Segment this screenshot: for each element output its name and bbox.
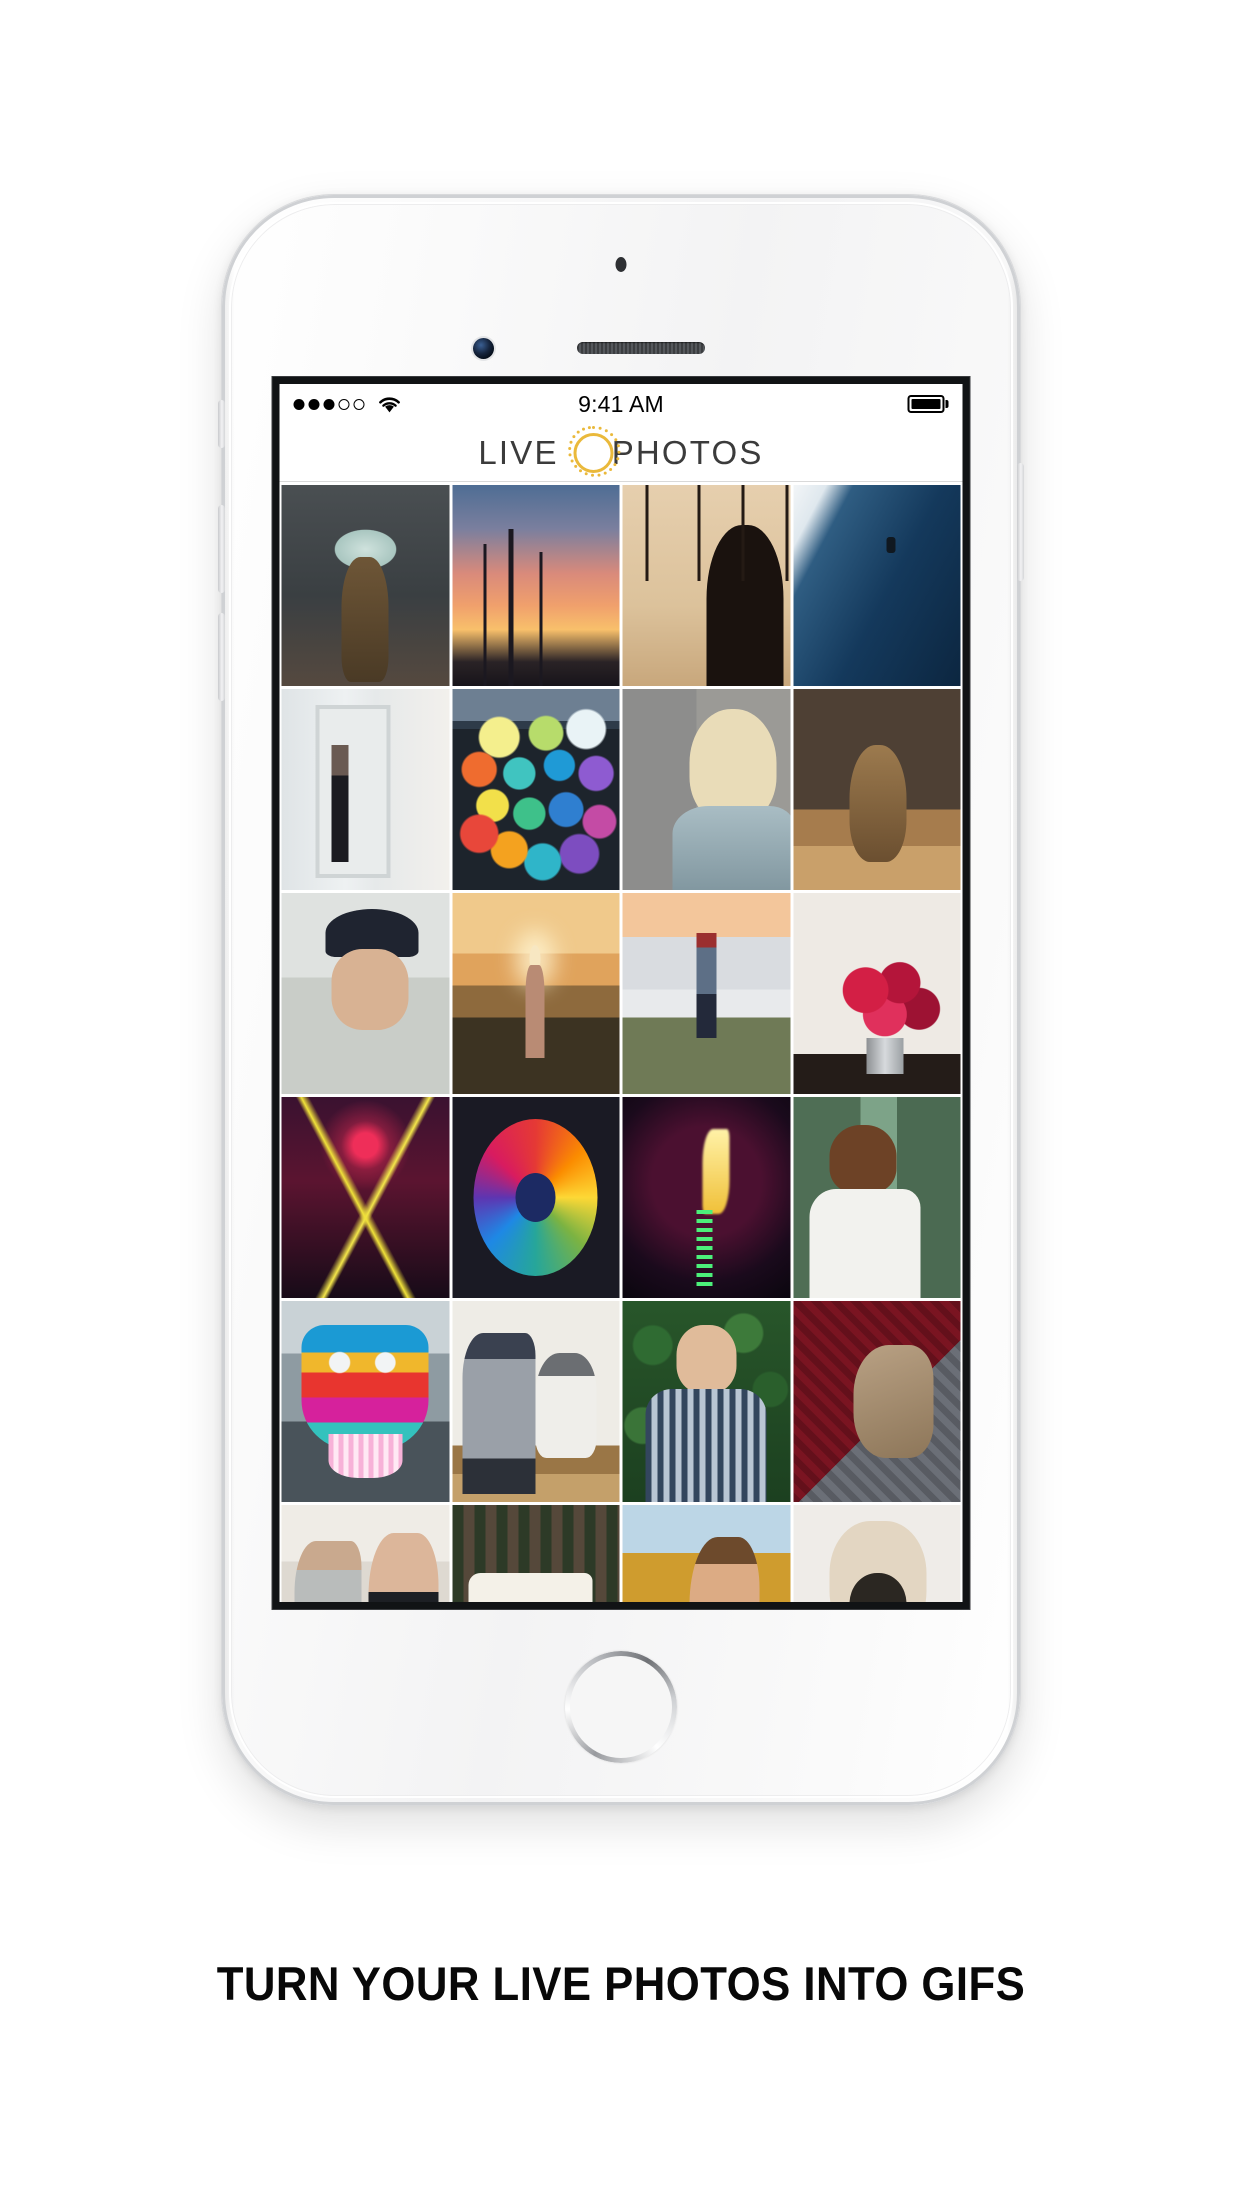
- photo-grid-cell[interactable]: [622, 1301, 790, 1502]
- photo-thumbnail: [622, 1301, 790, 1502]
- phone-screen: 9:41 AM LIVE PHOTOS: [279, 384, 963, 1602]
- photo-grid-cell[interactable]: [452, 485, 620, 686]
- status-bar: 9:41 AM: [280, 384, 963, 424]
- photo-grid-cell[interactable]: [622, 689, 790, 890]
- cellular-signal-icon: [293, 398, 365, 410]
- app-logo: LIVE PHOTOS: [478, 424, 763, 482]
- photo-grid-cell[interactable]: [793, 485, 961, 686]
- photo-grid-cell[interactable]: [452, 1301, 620, 1502]
- volume-up-button[interactable]: [218, 505, 225, 593]
- photo-grid-cell[interactable]: [281, 1301, 449, 1502]
- power-button[interactable]: [1017, 463, 1024, 581]
- photo-grid-cell[interactable]: [793, 1301, 961, 1502]
- signal-dot-filled: [323, 398, 335, 410]
- marketing-caption: TURN YOUR LIVE PHOTOS INTO GIFS: [216, 1957, 1026, 2010]
- photo-thumbnail: [281, 1301, 449, 1502]
- photo-thumbnail: [793, 689, 961, 890]
- photo-grid-cell[interactable]: [281, 689, 449, 890]
- photo-grid-cell[interactable]: [793, 1505, 961, 1602]
- photo-thumbnail: [452, 485, 620, 686]
- photo-grid-cell[interactable]: [622, 1505, 790, 1602]
- photo-thumbnail: [281, 485, 449, 686]
- photo-thumbnail: [452, 689, 620, 890]
- photo-thumbnail: [793, 1097, 961, 1298]
- photo-thumbnail: [622, 689, 790, 890]
- photo-grid-cell[interactable]: [793, 1097, 961, 1298]
- battery-cap: [945, 400, 949, 408]
- photo-grid-cell[interactable]: [793, 893, 961, 1094]
- photo-grid-cell[interactable]: [452, 893, 620, 1094]
- signal-dot-filled: [308, 398, 320, 410]
- photo-grid-cell[interactable]: [452, 1505, 620, 1602]
- signal-dot-empty: [353, 398, 365, 410]
- signal-dot-filled: [293, 398, 305, 410]
- photo-grid-cell[interactable]: [622, 893, 790, 1094]
- photo-thumbnail: [622, 1097, 790, 1298]
- app-logo-word-photos: PHOTOS: [611, 433, 764, 471]
- phone-device-frame: 9:41 AM LIVE PHOTOS: [218, 195, 1024, 1805]
- photo-thumbnail: [281, 1505, 449, 1602]
- photo-thumbnail: [622, 1505, 790, 1602]
- home-button[interactable]: [565, 1651, 677, 1763]
- photo-thumbnail: [281, 893, 449, 1094]
- battery-fill: [911, 399, 940, 409]
- photo-thumbnail: [622, 893, 790, 1094]
- earpiece-speaker: [577, 342, 705, 354]
- front-camera-icon: [473, 338, 494, 359]
- photo-thumbnail: [281, 689, 449, 890]
- photo-thumbnail: [793, 893, 961, 1094]
- volume-down-button[interactable]: [218, 613, 225, 701]
- mute-switch[interactable]: [218, 400, 225, 448]
- app-nav-bar: LIVE PHOTOS: [279, 424, 963, 482]
- photo-grid-cell[interactable]: [281, 485, 449, 686]
- wifi-icon: [379, 397, 400, 412]
- photo-thumbnail: [793, 485, 961, 686]
- photo-grid-cell[interactable]: [452, 1097, 620, 1298]
- photo-grid-cell[interactable]: [793, 689, 961, 890]
- photo-thumbnail: [452, 1097, 620, 1298]
- photo-thumbnail: [281, 1097, 449, 1298]
- photo-grid-cell[interactable]: [452, 689, 620, 890]
- signal-dot-empty: [338, 398, 350, 410]
- proximity-sensor: [615, 257, 627, 272]
- photo-thumbnail: [793, 1301, 961, 1502]
- photo-thumbnail: [452, 1301, 620, 1502]
- camera-shutter-ring-icon: [565, 424, 623, 482]
- photo-grid-cell[interactable]: [281, 893, 449, 1094]
- photo-grid-cell[interactable]: [622, 485, 790, 686]
- photo-grid-cell[interactable]: [281, 1097, 449, 1298]
- battery-icon: [907, 395, 949, 413]
- photo-grid-cell[interactable]: [281, 1505, 449, 1602]
- photo-thumbnail: [452, 1505, 620, 1602]
- photo-grid-cell[interactable]: [622, 1097, 790, 1298]
- logo-dotted-ring: [568, 425, 621, 477]
- battery-body: [907, 395, 944, 413]
- photo-thumbnail: [793, 1505, 961, 1602]
- photo-grid[interactable]: [279, 482, 963, 1602]
- photo-thumbnail: [452, 893, 620, 1094]
- photo-thumbnail: [622, 485, 790, 686]
- app-logo-word-live: LIVE: [478, 433, 559, 471]
